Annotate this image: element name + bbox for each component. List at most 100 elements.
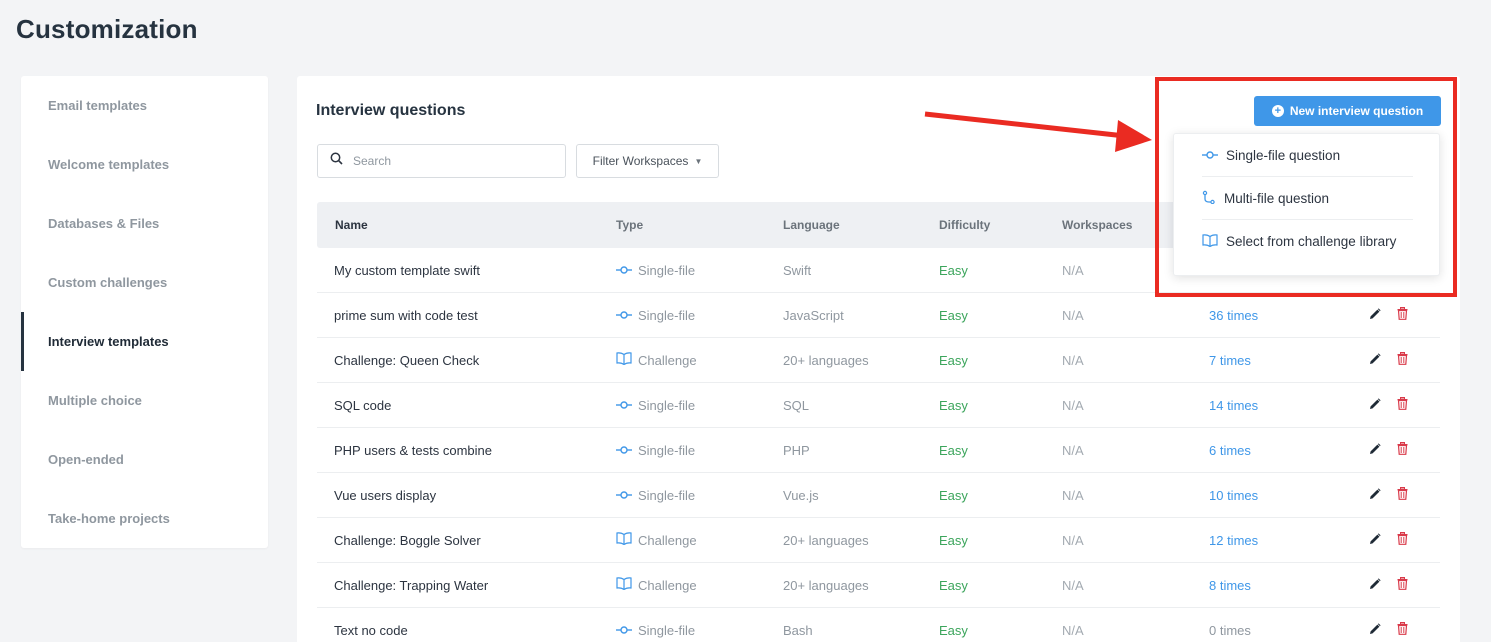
question-workspaces: N/A: [1062, 622, 1084, 638]
edit-pencil-icon[interactable]: [1369, 307, 1381, 323]
row-actions: [1359, 307, 1440, 323]
question-usage-count[interactable]: 12 times: [1209, 533, 1359, 548]
edit-pencil-icon[interactable]: [1369, 487, 1381, 503]
table-row[interactable]: Challenge: Queen Check Challenge 20+ langu…: [317, 338, 1440, 383]
delete-trash-icon[interactable]: [1397, 622, 1408, 638]
edit-pencil-icon[interactable]: [1369, 442, 1381, 458]
delete-trash-icon[interactable]: [1397, 532, 1408, 548]
search-box[interactable]: [317, 144, 566, 178]
question-language: Swift: [783, 262, 812, 278]
question-usage-count[interactable]: 14 times: [1209, 398, 1359, 413]
table-row[interactable]: Text no code Single-file Bash Easy N/A 0 time…: [317, 608, 1440, 642]
row-actions: [1359, 487, 1440, 503]
question-workspaces: N/A: [1062, 487, 1084, 503]
question-type: Challenge: [616, 577, 783, 593]
sidebar-item-welcome-templates[interactable]: Welcome templates: [21, 135, 268, 194]
sidebar-item-label: Multiple choice: [48, 393, 142, 408]
table-row[interactable]: Challenge: Trapping Water Challenge 20+ la…: [317, 563, 1440, 608]
column-header-language[interactable]: Language: [783, 218, 939, 232]
single-file-icon: [616, 263, 632, 278]
delete-trash-icon[interactable]: [1397, 397, 1408, 413]
single-file-icon: [616, 623, 632, 638]
question-name[interactable]: PHP users & tests combine: [317, 443, 616, 458]
question-language: Bash: [783, 622, 813, 638]
delete-trash-icon[interactable]: [1397, 352, 1408, 368]
sidebar-item-email-templates[interactable]: Email templates: [21, 76, 268, 135]
question-usage-count[interactable]: 8 times: [1209, 578, 1359, 593]
sidebar-item-take-home-projects[interactable]: Take-home projects: [21, 489, 268, 548]
question-usage-count[interactable]: 36 times: [1209, 308, 1359, 323]
row-actions: [1359, 622, 1440, 638]
question-workspaces: N/A: [1062, 442, 1084, 458]
search-input[interactable]: [353, 154, 553, 168]
question-name[interactable]: Challenge: Queen Check: [317, 353, 616, 368]
sidebar-item-interview-templates[interactable]: Interview templates: [21, 312, 268, 371]
filter-workspaces-label: Filter Workspaces: [592, 154, 689, 168]
question-type: Challenge: [616, 352, 783, 368]
sidebar-item-label: Open-ended: [48, 452, 124, 467]
edit-pencil-icon[interactable]: [1369, 352, 1381, 368]
question-type-label: Single-file: [638, 442, 696, 458]
table-row[interactable]: Challenge: Boggle Solver Challenge 20+ lan…: [317, 518, 1440, 563]
table-row[interactable]: PHP users & tests combine Single-file PHP E…: [317, 428, 1440, 473]
question-difficulty: Easy: [939, 577, 968, 593]
edit-pencil-icon[interactable]: [1369, 622, 1381, 638]
question-usage-count[interactable]: 7 times: [1209, 353, 1359, 368]
edit-pencil-icon[interactable]: [1369, 397, 1381, 413]
question-type-label: Challenge: [638, 532, 697, 548]
question-name[interactable]: Challenge: Trapping Water: [317, 578, 616, 593]
row-actions: [1359, 352, 1440, 368]
delete-trash-icon[interactable]: [1397, 307, 1408, 323]
column-header-type[interactable]: Type: [616, 218, 783, 232]
question-type: Single-file: [616, 398, 783, 413]
sidebar-item-label: Interview templates: [48, 334, 169, 349]
question-difficulty: Easy: [939, 622, 968, 638]
sidebar-item-custom-challenges[interactable]: Custom challenges: [21, 253, 268, 312]
delete-trash-icon[interactable]: [1397, 487, 1408, 503]
question-difficulty: Easy: [939, 487, 968, 503]
question-name[interactable]: My custom template swift: [317, 263, 616, 278]
delete-trash-icon[interactable]: [1397, 442, 1408, 458]
column-header-name[interactable]: Name: [317, 218, 616, 232]
question-language: Vue.js: [783, 487, 819, 503]
book-icon: [616, 352, 632, 368]
filter-workspaces-dropdown[interactable]: Filter Workspaces ▼: [576, 144, 719, 178]
single-file-icon: [616, 488, 632, 503]
table-row[interactable]: prime sum with code test Single-file JavaS…: [317, 293, 1440, 338]
sidebar-item-label: Take-home projects: [48, 511, 170, 526]
table-row[interactable]: Vue users display Single-file Vue.js Easy N/…: [317, 473, 1440, 518]
edit-pencil-icon[interactable]: [1369, 577, 1381, 593]
sidebar-item-open-ended[interactable]: Open-ended: [21, 430, 268, 489]
table-row[interactable]: SQL code Single-file SQL Easy N/A 14 times: [317, 383, 1440, 428]
question-difficulty: Easy: [939, 397, 968, 413]
table-body: My custom template swift Single-file Swift…: [317, 248, 1440, 642]
question-language: SQL: [783, 397, 810, 413]
question-type: Single-file: [616, 488, 783, 503]
question-type-label: Single-file: [638, 397, 696, 413]
question-workspaces: N/A: [1062, 577, 1084, 593]
question-difficulty: Easy: [939, 352, 968, 368]
page-title: Customization: [16, 14, 198, 44]
question-name[interactable]: prime sum with code test: [317, 308, 616, 323]
edit-pencil-icon[interactable]: [1369, 532, 1381, 548]
question-name[interactable]: Challenge: Boggle Solver: [317, 533, 616, 548]
book-icon: [616, 577, 632, 593]
row-actions: [1359, 577, 1440, 593]
single-file-icon: [616, 443, 632, 458]
question-name[interactable]: Text no code: [317, 623, 616, 638]
row-actions: [1359, 442, 1440, 458]
question-name[interactable]: Vue users display: [317, 488, 616, 503]
delete-trash-icon[interactable]: [1397, 577, 1408, 593]
question-usage-count[interactable]: 6 times: [1209, 443, 1359, 458]
question-type: Single-file: [616, 263, 783, 278]
sidebar-item-multiple-choice[interactable]: Multiple choice: [21, 371, 268, 430]
question-name[interactable]: SQL code: [317, 398, 616, 413]
question-language: 20+ languages: [783, 352, 869, 368]
question-type-label: Single-file: [638, 622, 696, 638]
question-usage-count[interactable]: 10 times: [1209, 488, 1359, 503]
column-header-difficulty[interactable]: Difficulty: [939, 218, 1062, 232]
question-language: 20+ languages: [783, 577, 869, 593]
sidebar-item-label: Databases & Files: [48, 216, 160, 231]
annotation-arrow: [924, 111, 1152, 152]
sidebar-item-databases-files[interactable]: Databases & Files: [21, 194, 268, 253]
